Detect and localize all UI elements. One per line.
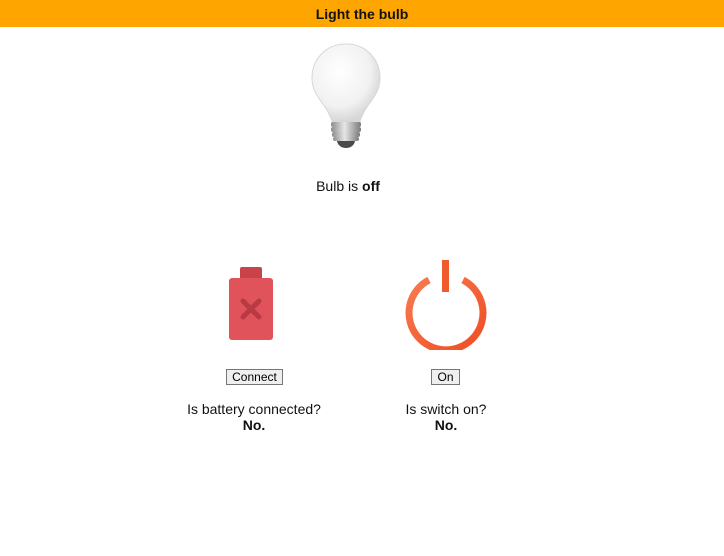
bulb-status-prefix: Bulb is bbox=[316, 178, 363, 194]
switch-question-label: Is switch on? bbox=[405, 401, 487, 417]
power-icon bbox=[405, 260, 487, 350]
battery-disconnected-icon bbox=[229, 267, 273, 340]
bulb-status-value: off bbox=[362, 178, 380, 194]
switch-answer: No. bbox=[434, 417, 458, 433]
switch-question: Is switch on? No. bbox=[376, 401, 516, 433]
connect-button[interactable]: Connect bbox=[226, 369, 283, 385]
battery-question: Is battery connected? No. bbox=[174, 401, 334, 433]
page-header: Light the bulb bbox=[0, 0, 724, 27]
lightbulb-icon bbox=[311, 43, 381, 148]
battery-question-label: Is battery connected? bbox=[187, 401, 321, 417]
battery-answer: No. bbox=[242, 417, 266, 433]
bulb-status: Bulb is off bbox=[0, 178, 696, 194]
page-title: Light the bulb bbox=[315, 5, 409, 22]
switch-on-button[interactable]: On bbox=[431, 369, 460, 385]
